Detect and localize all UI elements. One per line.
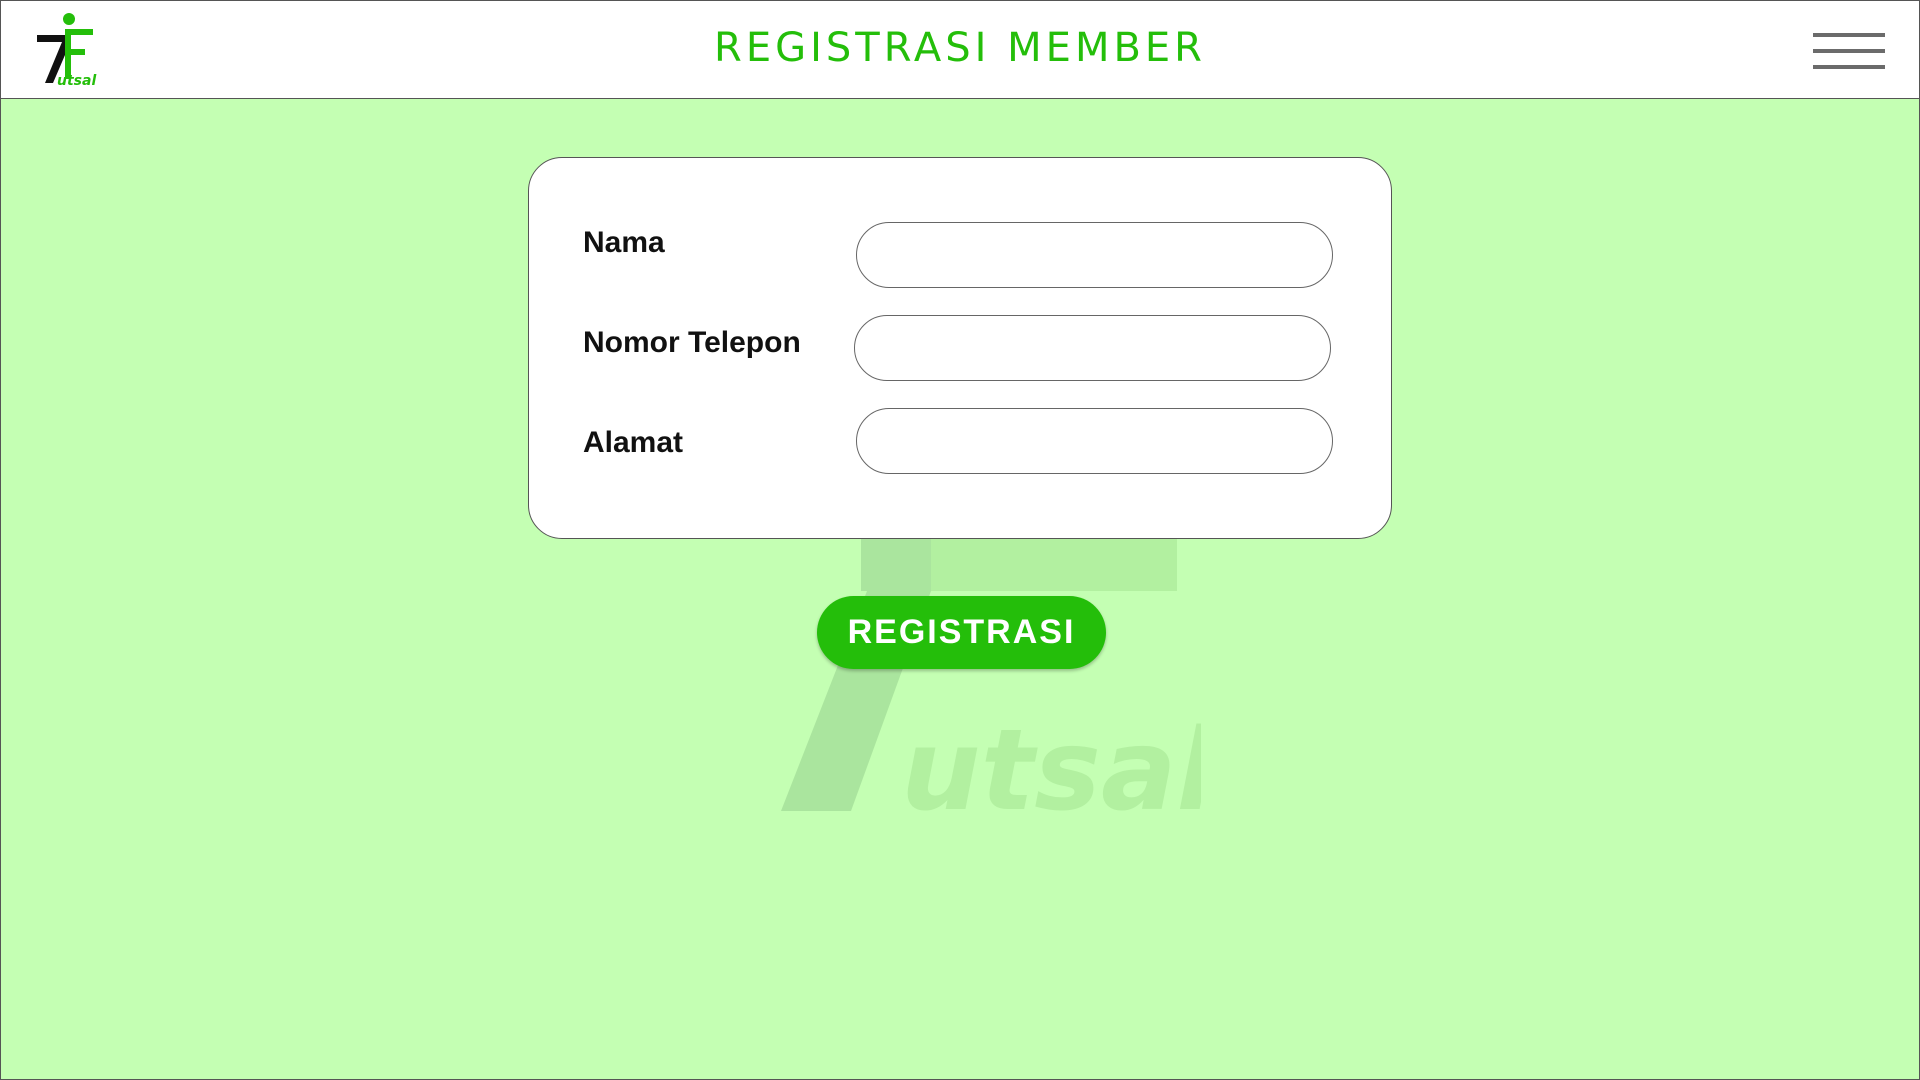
- nama-input[interactable]: [856, 222, 1333, 288]
- page-title: REGISTRASI MEMBER: [714, 25, 1206, 71]
- menu-bar-middle: [1813, 49, 1885, 53]
- field-label-alamat: Alamat: [583, 426, 684, 459]
- alamat-input[interactable]: [856, 408, 1333, 474]
- registration-form-card: Nama Nomor Telepon Alamat: [528, 157, 1392, 539]
- menu-bar-top: [1813, 33, 1885, 37]
- field-label-nomor-telepon: Nomor Telepon: [583, 326, 801, 359]
- header-bar: utsal REGISTRASI MEMBER: [1, 1, 1919, 99]
- watermark-text: utsal: [901, 706, 1201, 831]
- menu-bar-bottom: [1813, 65, 1885, 69]
- registrasi-button[interactable]: REGISTRASI: [817, 596, 1106, 669]
- app-frame: utsal REGISTRASI MEMBER utsal Nama Nomor…: [0, 0, 1920, 1080]
- field-label-nama: Nama: [583, 226, 665, 259]
- nomor-telepon-input[interactable]: [854, 315, 1331, 381]
- logo-text: utsal: [57, 73, 96, 89]
- hamburger-menu-icon[interactable]: [1811, 31, 1887, 71]
